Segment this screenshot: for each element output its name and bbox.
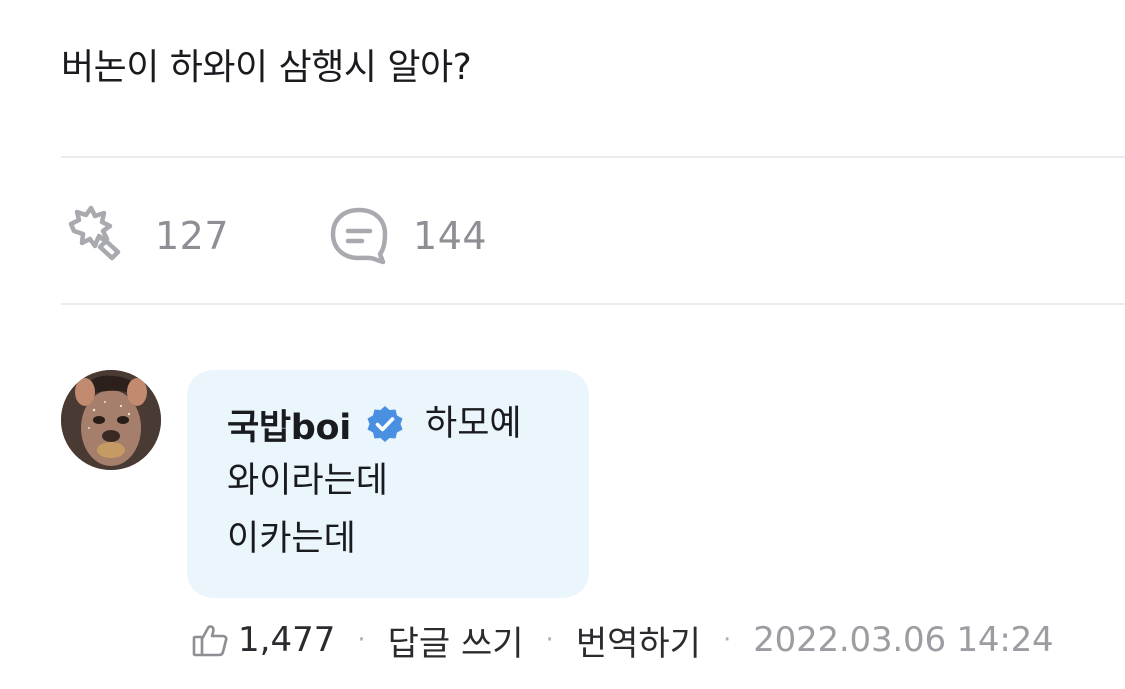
speech-bubble-icon bbox=[330, 207, 388, 265]
avatar[interactable] bbox=[61, 370, 161, 470]
separator-dot: · bbox=[357, 625, 366, 655]
separator-dot: · bbox=[722, 625, 732, 655]
translate-button[interactable]: 번역하기 bbox=[576, 616, 701, 665]
like-stat-button[interactable]: 127 bbox=[61, 200, 229, 272]
comment-like-count: 1,477 bbox=[238, 620, 336, 660]
comment-line-3: 이카는데 bbox=[227, 519, 356, 559]
like-stat-count: 127 bbox=[155, 214, 230, 258]
comment-like-button[interactable]: 1,477 bbox=[190, 620, 335, 660]
verified-badge-icon bbox=[367, 406, 403, 442]
comment-timestamp: 2022.03.06 14:24 bbox=[753, 620, 1054, 660]
divider-bottom bbox=[61, 303, 1125, 305]
comment-stat-button[interactable]: 144 bbox=[327, 204, 487, 268]
thumbs-up-icon bbox=[192, 625, 228, 657]
divider-top bbox=[61, 156, 1125, 158]
smash-heart-icon bbox=[68, 205, 121, 261]
comment-meta: 1,477 · 답글 쓰기 · 번역하기 · 2022.03.06 14:24 bbox=[190, 612, 1054, 668]
comment-bubble: 국밥boi 하모예 와이라는데 이카는데 bbox=[187, 370, 589, 598]
post-text: 버논이 하와이 삼행시 알아? bbox=[61, 47, 472, 88]
comment-line-1: 하모예 bbox=[425, 404, 522, 444]
comment-stat-count: 144 bbox=[413, 214, 488, 258]
comment-line-2: 와이라는데 bbox=[227, 461, 389, 501]
reply-button[interactable]: 답글 쓰기 bbox=[388, 616, 524, 665]
post-stats: 127 144 bbox=[61, 200, 487, 272]
avatar-face-image bbox=[61, 370, 161, 470]
separator-dot: · bbox=[545, 625, 554, 655]
comment-author[interactable]: 국밥boi bbox=[227, 399, 351, 450]
